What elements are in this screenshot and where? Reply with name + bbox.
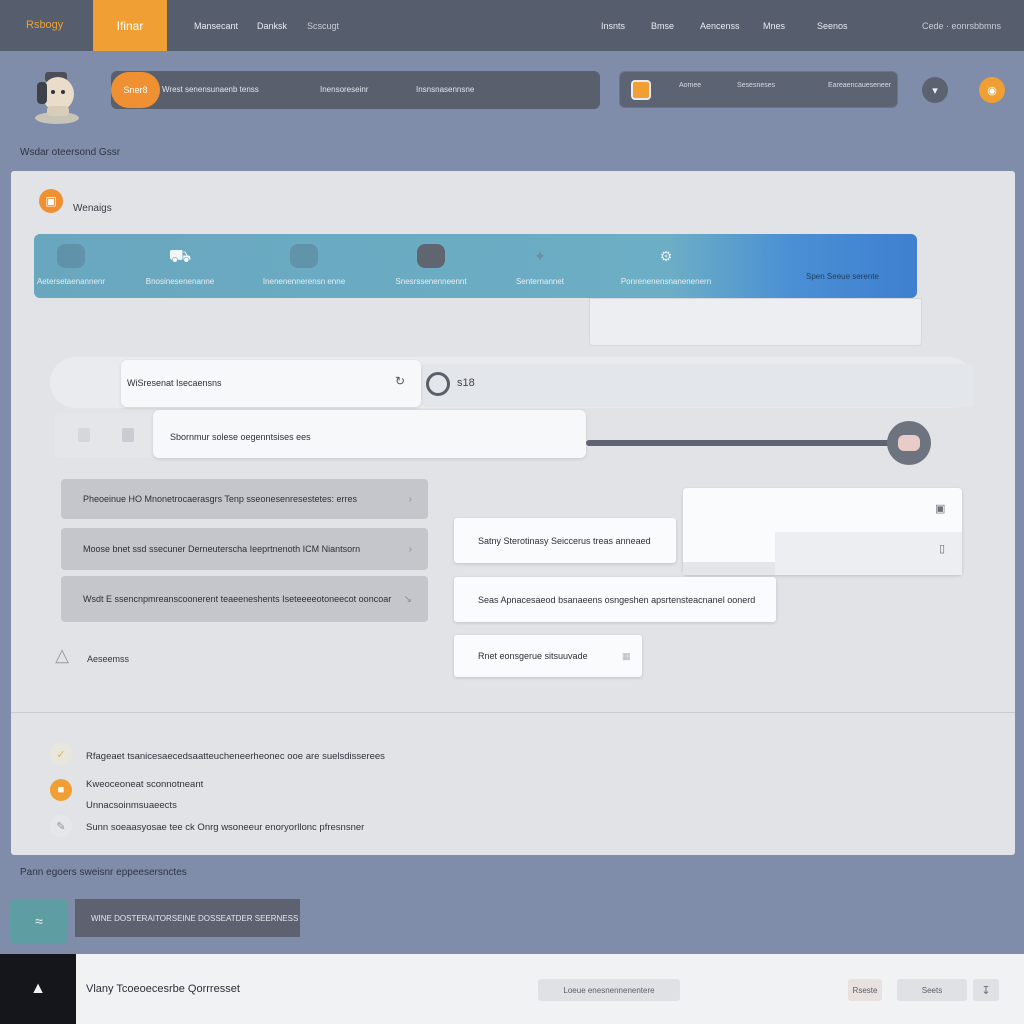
- download-icon[interactable]: ↧: [973, 979, 999, 1001]
- box-icon: [57, 244, 85, 268]
- panel-segment-2: Sesesneses: [737, 82, 776, 89]
- action-card-2[interactable]: Seas Apnacesaeod bsanaeens osngeshen aps…: [454, 577, 776, 622]
- section-label-small: Aeseemss: [87, 654, 130, 664]
- app-icon: [631, 80, 651, 100]
- option-button-3[interactable]: Wsdt E ssencnpmreanscoonerent teaeeneshe…: [61, 576, 428, 622]
- search-segment-1: Wrest senensunaenb tenss: [162, 85, 259, 94]
- avatar[interactable]: [31, 68, 83, 126]
- chevron-right-icon: ›: [408, 543, 412, 555]
- bottom-small-button-2[interactable]: Seets: [897, 979, 967, 1001]
- robot-icon: ⚙: [659, 248, 673, 264]
- window-icon[interactable]: ▣: [935, 502, 945, 515]
- banner-item-5[interactable]: ✦ Senternannet: [510, 244, 570, 286]
- nav-item-1[interactable]: Mansecant: [194, 21, 238, 31]
- banner-label: Inenenennerensn enne: [262, 277, 346, 286]
- dropdown-panel[interactable]: [589, 298, 922, 346]
- search-segment-2: Inensoreseinr: [320, 85, 369, 94]
- nav-item-3[interactable]: Scscugt: [307, 21, 339, 31]
- banner-item-1[interactable]: Aetersetaenannenr: [37, 244, 105, 286]
- option-button-1[interactable]: Pheoeinue HO Mnonetrocaerasgrs Tenp sseo…: [61, 479, 428, 519]
- secondary-field-value: Sbornmur solese oegenntsises ees: [170, 432, 311, 442]
- chevron-right-icon: ↘: [403, 593, 412, 605]
- card-title: Wenaigs: [73, 203, 112, 214]
- refresh-icon[interactable]: ↻: [395, 374, 405, 388]
- slider-track[interactable]: [586, 440, 926, 446]
- flask-icon: △: [55, 645, 69, 665]
- brand-logo[interactable]: Rsbogy: [26, 19, 63, 31]
- status-bar[interactable]: WINE DOSTERAITORSEINE DOSSEATDER SEERNES…: [75, 899, 300, 937]
- banner-label: Senternannet: [515, 277, 565, 286]
- bell-icon[interactable]: ◉: [979, 77, 1005, 103]
- face-icon: [898, 435, 920, 451]
- popup-inner-panel: [775, 532, 962, 575]
- ship-icon[interactable]: ≈: [10, 899, 68, 943]
- slider-handle[interactable]: [887, 421, 931, 465]
- tab-active[interactable]: Ifinar: [93, 0, 167, 51]
- action-card-3[interactable]: Rnet eonsgerue sitsuuvade ▦: [454, 635, 642, 677]
- banner-item-6[interactable]: ⚙ Ponrenenensnanenenern: [621, 244, 711, 286]
- nav-right-5[interactable]: Seenos: [817, 21, 848, 31]
- check-icon: ✓: [50, 743, 72, 765]
- banner-label: Aetersetaenannenr: [36, 277, 106, 286]
- clipboard-icon[interactable]: [122, 428, 134, 442]
- car-icon: ⛟: [168, 246, 192, 266]
- option-button-2[interactable]: Moose bnet ssd ssecuner Derneuterscha Ie…: [61, 528, 428, 570]
- home-icon[interactable]: ▲: [0, 954, 76, 1024]
- text-field-value: WiSresenat Isecaensns: [127, 378, 222, 388]
- bottom-small-button-1[interactable]: Rseste: [848, 979, 882, 1001]
- search-segment-3: Insnsnasennsne: [416, 85, 475, 94]
- banner-label: Ponrenenensnanenenern: [620, 277, 712, 286]
- chevron-right-icon: ›: [408, 493, 412, 505]
- field-prefix: [55, 413, 155, 458]
- feature-item-4: Sunn soeaasyosae tee ck Onrg wsoneeur en…: [86, 822, 365, 833]
- option-label: Moose bnet ssd ssecuner Derneuterscha Ie…: [83, 544, 361, 554]
- bottom-title: Vlany Tcoeoecesrbe Qorrresset: [86, 983, 240, 995]
- terminal-icon: [417, 244, 445, 268]
- account-menu[interactable]: Cede · eonrsbbmns: [922, 21, 1001, 31]
- bottom-action-button[interactable]: Loeue enesnennenentere: [538, 979, 680, 1001]
- action-card-1[interactable]: Satny Sterotinasy Seiccerus treas anneae…: [454, 518, 676, 563]
- breadcrumb: Wsdar oteersond Gssr: [20, 147, 121, 158]
- option-label: Wsdt E ssencnpmreanscoonerent teaeeneshe…: [83, 594, 392, 604]
- app-badge-icon: ▣: [39, 189, 63, 213]
- toggle-value: s18: [457, 377, 475, 389]
- edit-icon[interactable]: ▯: [939, 542, 945, 555]
- nav-item-2[interactable]: Danksk: [257, 21, 287, 31]
- option-label: Pheoeinue HO Mnonetrocaerasgrs Tenp sseo…: [83, 494, 357, 504]
- chevron-down-icon[interactable]: ▾: [922, 77, 948, 103]
- banner-item-2[interactable]: ⛟ Bnosinesenenanne: [146, 244, 215, 286]
- banner-label: Bnosinesenenanne: [145, 277, 215, 286]
- filter-pill[interactable]: Sner8: [111, 72, 160, 108]
- feature-item-1: Rfageaet tsanicesaecedsaatteucheneerheon…: [86, 751, 385, 762]
- banner-link[interactable]: Spen Seeue serente: [806, 272, 879, 281]
- wrench-icon: ✦: [534, 248, 546, 264]
- nav-right-1[interactable]: Insnts: [601, 21, 625, 31]
- banner-item-3[interactable]: Inenenennerensn enne: [262, 244, 346, 286]
- banner-item-4[interactable]: Snesrssenenneennt: [395, 244, 467, 286]
- banner-label: Snesrssenenneennt: [395, 277, 467, 286]
- lock-icon: ■: [50, 779, 72, 801]
- input-row-extension: [421, 364, 974, 407]
- nav-right-4[interactable]: Mnes: [763, 21, 785, 31]
- chip-icon: ▦: [622, 650, 631, 661]
- pencil-icon: ✎: [50, 815, 72, 837]
- feature-item-3: Unnacsoinmsuaeects: [86, 800, 177, 811]
- secondary-panel[interactable]: [619, 71, 898, 108]
- action-card-label: Rnet eonsgerue sitsuuvade: [478, 651, 588, 661]
- feature-item-2: Kweoceoneat sconnotneant: [86, 779, 204, 790]
- nav-right-3[interactable]: Aencenss: [700, 21, 740, 31]
- card-divider: [11, 712, 1015, 713]
- panel-segment-1: Aomee: [679, 82, 702, 89]
- popup-strip: [683, 562, 775, 575]
- lower-section-label: Pann egoers sweisnr eppeesersnctes: [20, 867, 187, 878]
- panel-segment-3: Eareaencaueseneer: [828, 82, 892, 89]
- nav-right-2[interactable]: Bmse: [651, 21, 674, 31]
- doc-icon: [78, 428, 90, 442]
- radio-toggle[interactable]: [426, 372, 450, 396]
- chat-icon: [290, 244, 318, 268]
